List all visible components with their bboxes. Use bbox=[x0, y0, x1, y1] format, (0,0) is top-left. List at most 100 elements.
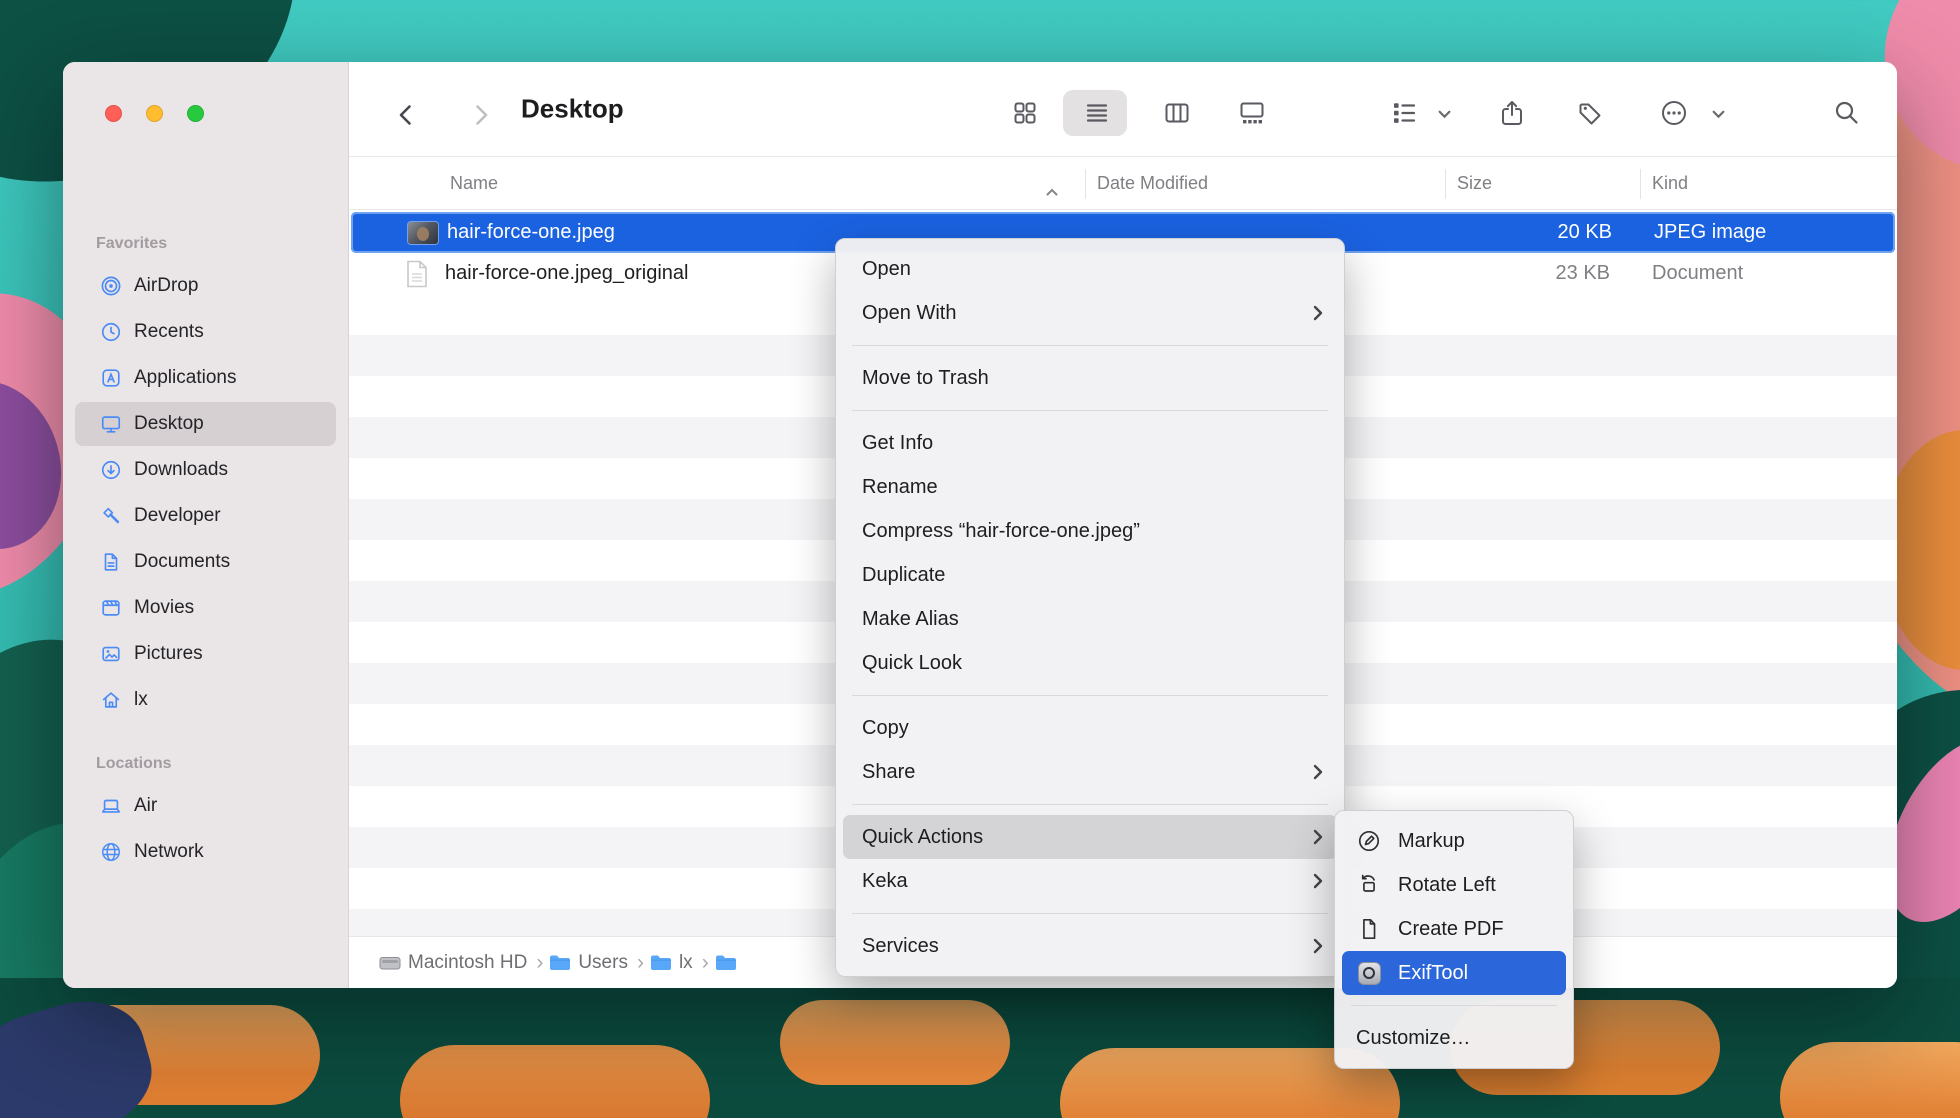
path-crumb[interactable]: Macintosh HD bbox=[408, 952, 527, 974]
path-separator: › bbox=[536, 951, 543, 975]
submenu-chevron-icon bbox=[1313, 764, 1323, 780]
menu-item-open-with[interactable]: Open With bbox=[843, 291, 1337, 335]
minimize-window-button[interactable] bbox=[146, 105, 163, 122]
sidebar-item-label: Documents bbox=[134, 551, 230, 573]
hammer-icon bbox=[100, 505, 122, 527]
back-button[interactable] bbox=[393, 101, 417, 125]
home-icon bbox=[100, 689, 122, 711]
markup-icon bbox=[1356, 828, 1382, 854]
context-menu: Open Open With Move to Trash Get Info Re… bbox=[835, 238, 1345, 977]
column-header-date-modified[interactable]: Date Modified bbox=[1097, 157, 1208, 209]
sidebar-item-movies[interactable]: Movies bbox=[75, 586, 336, 630]
desktop-icon bbox=[100, 413, 122, 435]
applications-icon bbox=[100, 367, 122, 389]
zoom-window-button[interactable] bbox=[187, 105, 204, 122]
menu-item-share[interactable]: Share bbox=[843, 750, 1337, 794]
submenu-item-label: ExifTool bbox=[1398, 962, 1468, 985]
document-file-icon bbox=[406, 253, 428, 294]
menu-separator bbox=[852, 913, 1328, 914]
submenu-item-exiftool[interactable]: ExifTool bbox=[1342, 951, 1566, 995]
forward-button[interactable] bbox=[466, 101, 490, 125]
sidebar-item-air[interactable]: Air bbox=[75, 784, 336, 828]
path-crumb[interactable]: lx bbox=[679, 952, 693, 974]
menu-item-services[interactable]: Services bbox=[843, 924, 1337, 968]
menu-item-label: Move to Trash bbox=[862, 367, 989, 390]
sidebar-item-documents[interactable]: Documents bbox=[75, 540, 336, 584]
clock-icon bbox=[100, 321, 122, 343]
menu-item-label: Compress “hair-force-one.jpeg” bbox=[862, 520, 1140, 543]
jpeg-thumbnail-icon bbox=[408, 212, 438, 253]
column-header-kind[interactable]: Kind bbox=[1652, 157, 1688, 209]
exiftool-app-icon bbox=[1356, 960, 1382, 986]
column-view-button[interactable] bbox=[1163, 99, 1191, 127]
submenu-chevron-icon bbox=[1313, 938, 1323, 954]
menu-item-quick-look[interactable]: Quick Look bbox=[843, 641, 1337, 685]
hard-drive-icon bbox=[379, 954, 401, 972]
more-actions-button[interactable] bbox=[1660, 99, 1688, 127]
menu-item-label: Rename bbox=[862, 476, 938, 499]
column-header-name[interactable]: Name bbox=[450, 157, 498, 209]
group-button[interactable] bbox=[1390, 99, 1418, 127]
sidebar-item-label: Desktop bbox=[134, 413, 204, 435]
sidebar-item-pictures[interactable]: Pictures bbox=[75, 632, 336, 676]
icon-view-button[interactable] bbox=[1011, 99, 1039, 127]
menu-item-label: Duplicate bbox=[862, 564, 945, 587]
submenu-item-create-pdf[interactable]: Create PDF bbox=[1342, 907, 1566, 951]
menu-item-label: Open bbox=[862, 258, 911, 281]
menu-item-rename[interactable]: Rename bbox=[843, 465, 1337, 509]
menu-separator bbox=[852, 695, 1328, 696]
sidebar-locations-header: Locations bbox=[63, 752, 348, 776]
submenu-item-customize[interactable]: Customize… bbox=[1342, 1016, 1566, 1060]
menu-item-label: Make Alias bbox=[862, 608, 959, 631]
submenu-item-markup[interactable]: Markup bbox=[1342, 819, 1566, 863]
sidebar-item-applications[interactable]: Applications bbox=[75, 356, 336, 400]
sidebar-item-desktop[interactable]: Desktop bbox=[75, 402, 336, 446]
film-icon bbox=[100, 597, 122, 619]
path-crumb[interactable]: Users bbox=[578, 952, 628, 974]
chevron-down-icon bbox=[1712, 110, 1725, 119]
quick-actions-submenu: Markup Rotate Left Create PDF ExifTool C… bbox=[1334, 810, 1574, 1069]
share-button[interactable] bbox=[1498, 99, 1526, 127]
close-window-button[interactable] bbox=[105, 105, 122, 122]
rotate-left-icon bbox=[1356, 872, 1382, 898]
gallery-view-button[interactable] bbox=[1238, 99, 1266, 127]
menu-separator bbox=[852, 345, 1328, 346]
menu-item-label: Share bbox=[862, 761, 915, 784]
menu-item-keka[interactable]: Keka bbox=[843, 859, 1337, 903]
menu-item-quick-actions[interactable]: Quick Actions bbox=[843, 815, 1337, 859]
tag-button[interactable] bbox=[1576, 99, 1604, 127]
submenu-item-label: Customize… bbox=[1356, 1027, 1470, 1050]
submenu-chevron-icon bbox=[1313, 305, 1323, 321]
sidebar-item-home[interactable]: lx bbox=[75, 678, 336, 722]
menu-item-get-info[interactable]: Get Info bbox=[843, 421, 1337, 465]
menu-item-label: Services bbox=[862, 935, 939, 958]
menu-item-label: Quick Actions bbox=[862, 826, 983, 849]
sidebar-item-label: lx bbox=[134, 689, 148, 711]
sidebar: Favorites AirDrop Recents Applications D… bbox=[63, 62, 349, 988]
file-name: hair-force-one.jpeg_original bbox=[445, 253, 688, 294]
globe-icon bbox=[100, 841, 122, 863]
window-title: Desktop bbox=[521, 94, 624, 125]
menu-item-make-alias[interactable]: Make Alias bbox=[843, 597, 1337, 641]
photo-icon bbox=[100, 643, 122, 665]
submenu-item-label: Create PDF bbox=[1398, 918, 1504, 941]
menu-item-copy[interactable]: Copy bbox=[843, 706, 1337, 750]
sidebar-item-recents[interactable]: Recents bbox=[75, 310, 336, 354]
chevron-down-icon bbox=[1438, 110, 1451, 119]
sidebar-item-label: Network bbox=[134, 841, 204, 863]
menu-item-duplicate[interactable]: Duplicate bbox=[843, 553, 1337, 597]
create-pdf-icon bbox=[1356, 916, 1382, 942]
list-view-button[interactable] bbox=[1083, 99, 1111, 127]
sidebar-item-label: Downloads bbox=[134, 459, 228, 481]
sidebar-item-downloads[interactable]: Downloads bbox=[75, 448, 336, 492]
menu-item-open[interactable]: Open bbox=[843, 247, 1337, 291]
sidebar-item-airdrop[interactable]: AirDrop bbox=[75, 264, 336, 308]
menu-item-compress[interactable]: Compress “hair-force-one.jpeg” bbox=[843, 509, 1337, 553]
submenu-item-rotate-left[interactable]: Rotate Left bbox=[1342, 863, 1566, 907]
column-header-size[interactable]: Size bbox=[1457, 157, 1492, 209]
sidebar-item-developer[interactable]: Developer bbox=[75, 494, 336, 538]
submenu-chevron-icon bbox=[1313, 829, 1323, 845]
sidebar-item-network[interactable]: Network bbox=[75, 830, 336, 874]
menu-item-move-to-trash[interactable]: Move to Trash bbox=[843, 356, 1337, 400]
search-button[interactable] bbox=[1833, 99, 1861, 127]
